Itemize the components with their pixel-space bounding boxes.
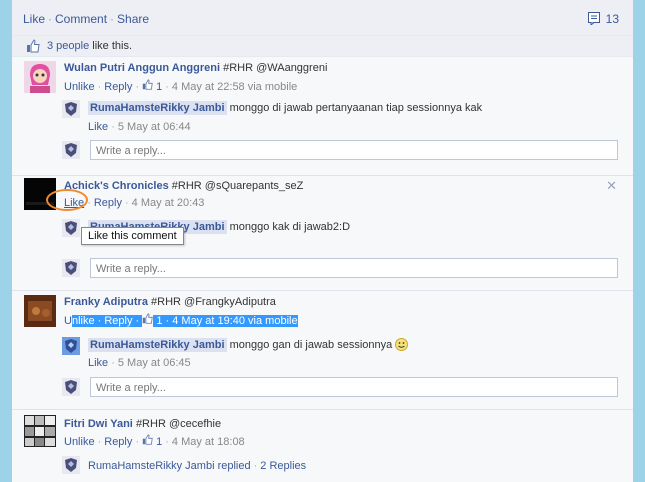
reply-text: monggo gan di jawab sessionnya <box>229 339 393 351</box>
unlike-link-start[interactable]: U <box>64 315 72 327</box>
unlike-link[interactable]: Unlike <box>64 81 95 93</box>
like-tooltip: Like this comment <box>81 227 184 245</box>
replied-label: replied <box>217 460 251 472</box>
reply-link[interactable]: Reply <box>104 315 132 327</box>
comment-timestamp: 4 May at 19:40 via mobile <box>172 315 298 327</box>
comment-text: #RHR @WAanggreni <box>223 62 328 74</box>
likes-suffix: like this. <box>89 40 133 52</box>
likes-summary: 3 people like this. <box>12 36 633 57</box>
comment-timestamp: 4 May at 18:08 <box>171 436 245 448</box>
page-avatar <box>62 378 80 396</box>
reply-input[interactable]: Write a reply... <box>90 140 618 160</box>
comment-text: #RHR @sQuarepants_seZ <box>171 180 304 192</box>
comment-text: #RHR @cecefhie <box>135 418 222 430</box>
share-post-link[interactable]: Share <box>117 12 149 26</box>
like-post-link[interactable]: Like <box>23 12 45 26</box>
reply-link[interactable]: Reply <box>104 436 132 448</box>
reply-author[interactable]: RumaHamsteRikky Jambi <box>88 101 227 115</box>
comment-author[interactable]: Franky Adiputra <box>64 296 148 308</box>
reply-like-link[interactable]: Like <box>88 357 108 369</box>
page-avatar[interactable] <box>62 219 80 237</box>
comment-author[interactable]: Achick's Chronicles <box>64 180 169 192</box>
comment-text: #RHR @FrangkyAdiputra <box>151 296 276 308</box>
reply-author[interactable]: RumaHamsteRikky Jambi <box>88 338 227 352</box>
replied-author[interactable]: RumaHamsteRikky Jambi <box>88 460 215 472</box>
thumbs-up-icon <box>142 79 153 90</box>
comment-item: Franky Adiputra #RHR @FrangkyAdiputra Un… <box>12 291 633 410</box>
page-avatar[interactable] <box>62 100 80 118</box>
user-avatar[interactable] <box>24 61 56 93</box>
thumbs-up-icon <box>142 434 153 445</box>
comments-panel: Like · Comment · Share 13 3 people like this… <box>12 0 633 482</box>
view-replies-link[interactable]: 2 Replies <box>260 460 306 472</box>
comment-item: Fitri Dwi Yani #RHR @cecefhie Unlike · Rep… <box>12 410 633 482</box>
page-avatar <box>62 141 80 159</box>
reply-text: monggo kak di jawab2:D <box>229 221 351 233</box>
user-avatar[interactable] <box>24 295 56 327</box>
reply-text: monggo di jawab pertanyaanan tiap sessio… <box>229 102 483 114</box>
reply-like-link[interactable]: Like <box>88 121 108 133</box>
comment-post-link[interactable]: Comment <box>55 12 107 26</box>
comment-count[interactable]: 13 <box>587 12 619 27</box>
page-avatar[interactable] <box>62 456 80 474</box>
post-action-bar: Like · Comment · Share 13 <box>12 0 633 36</box>
reply-link[interactable]: Reply <box>104 81 132 93</box>
smiley-icon <box>395 338 409 351</box>
annotation-circle <box>46 189 88 211</box>
thumbs-up-icon <box>143 313 153 324</box>
comment-author[interactable]: Wulan Putri Anggun Anggreni <box>64 62 220 74</box>
reply-input[interactable]: Write a reply... <box>90 258 618 278</box>
like-count[interactable]: 1 <box>156 315 162 327</box>
comment-icon <box>587 12 600 27</box>
comment-timestamp: 4 May at 20:43 <box>131 197 205 209</box>
reply-timestamp: 5 May at 06:45 <box>117 357 191 369</box>
post-actions: Like · Comment · Share <box>23 12 150 26</box>
reply-timestamp: 5 May at 06:44 <box>117 121 191 133</box>
comment-author[interactable]: Fitri Dwi Yani <box>64 418 133 430</box>
user-avatar[interactable] <box>24 415 56 447</box>
unlike-link[interactable]: nlike <box>72 315 95 327</box>
unlike-link[interactable]: Unlike <box>64 436 95 448</box>
close-icon[interactable]: ✕ <box>606 178 617 194</box>
reply-input[interactable]: Write a reply... <box>90 377 618 397</box>
page-avatar[interactable] <box>62 337 80 355</box>
likers-link[interactable]: 3 people <box>47 40 89 52</box>
comment-item: Wulan Putri Anggun Anggreni #RHR @WAangg… <box>12 57 633 176</box>
page-avatar <box>62 259 80 277</box>
thumbs-up-icon <box>27 39 40 53</box>
comment-timestamp: 4 May at 22:58 via mobile <box>171 81 298 93</box>
comment-count-value: 13 <box>605 12 619 26</box>
reply-link[interactable]: Reply <box>94 197 122 209</box>
